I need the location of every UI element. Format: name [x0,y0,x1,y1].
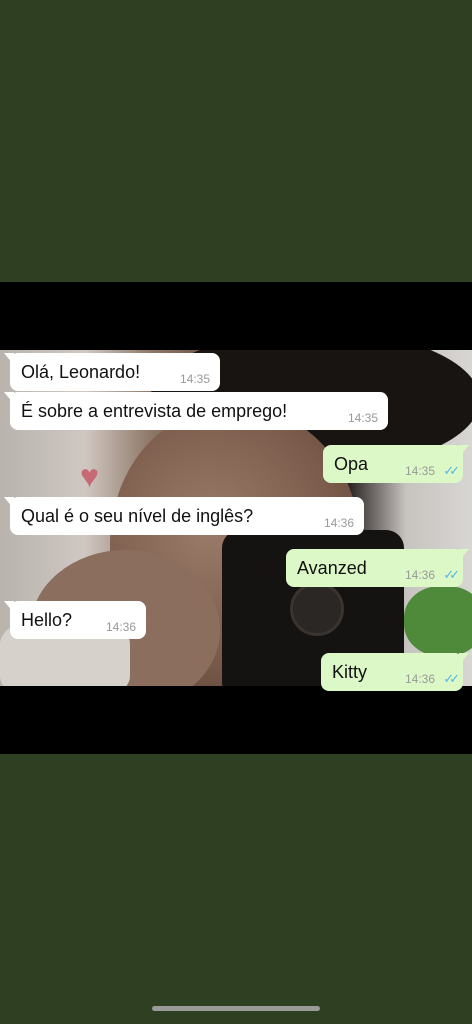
message-bubble-outgoing[interactable]: Kitty 14:36 ✓✓ [321,653,469,691]
message-text: Qual é o seu nível de inglês? [21,506,254,526]
message-time: 14:36 [404,672,435,686]
double-check-icon: ✓✓ [443,463,460,478]
message-text: Olá, Leonardo! [21,362,141,382]
message-text: É sobre a entrevista de emprego! [21,401,288,421]
letterbox-bottom [0,686,472,754]
message-text: Avanzed [297,558,367,578]
message-bubble-incoming[interactable]: Hello? 14:36 [4,601,146,639]
message-time: 14:36 [323,516,354,530]
message-time: 14:36 [105,620,136,634]
message-time: 14:35 [347,411,378,425]
message-bubble-incoming[interactable]: Olá, Leonardo! 14:35 [4,353,220,391]
message-bubble-outgoing[interactable]: Avanzed 14:36 ✓✓ [286,549,469,587]
letterbox-top [0,282,472,350]
message-bubble-incoming[interactable]: É sobre a entrevista de emprego! 14:35 [4,392,388,430]
message-time: 14:35 [179,372,210,386]
home-indicator[interactable] [152,1006,320,1011]
double-check-icon: ✓✓ [443,671,460,686]
message-text: Hello? [21,610,73,630]
message-text: Kitty [332,662,368,682]
message-text: Opa [334,454,369,474]
message-bubble-incoming[interactable]: Qual é o seu nível de inglês? 14:36 [4,497,364,535]
message-bubble-outgoing[interactable]: Opa 14:35 ✓✓ [323,445,469,483]
message-time: 14:36 [404,568,435,582]
message-time: 14:35 [404,464,435,478]
heart-icon: ♥ [80,458,99,494]
double-check-icon: ✓✓ [443,567,460,582]
